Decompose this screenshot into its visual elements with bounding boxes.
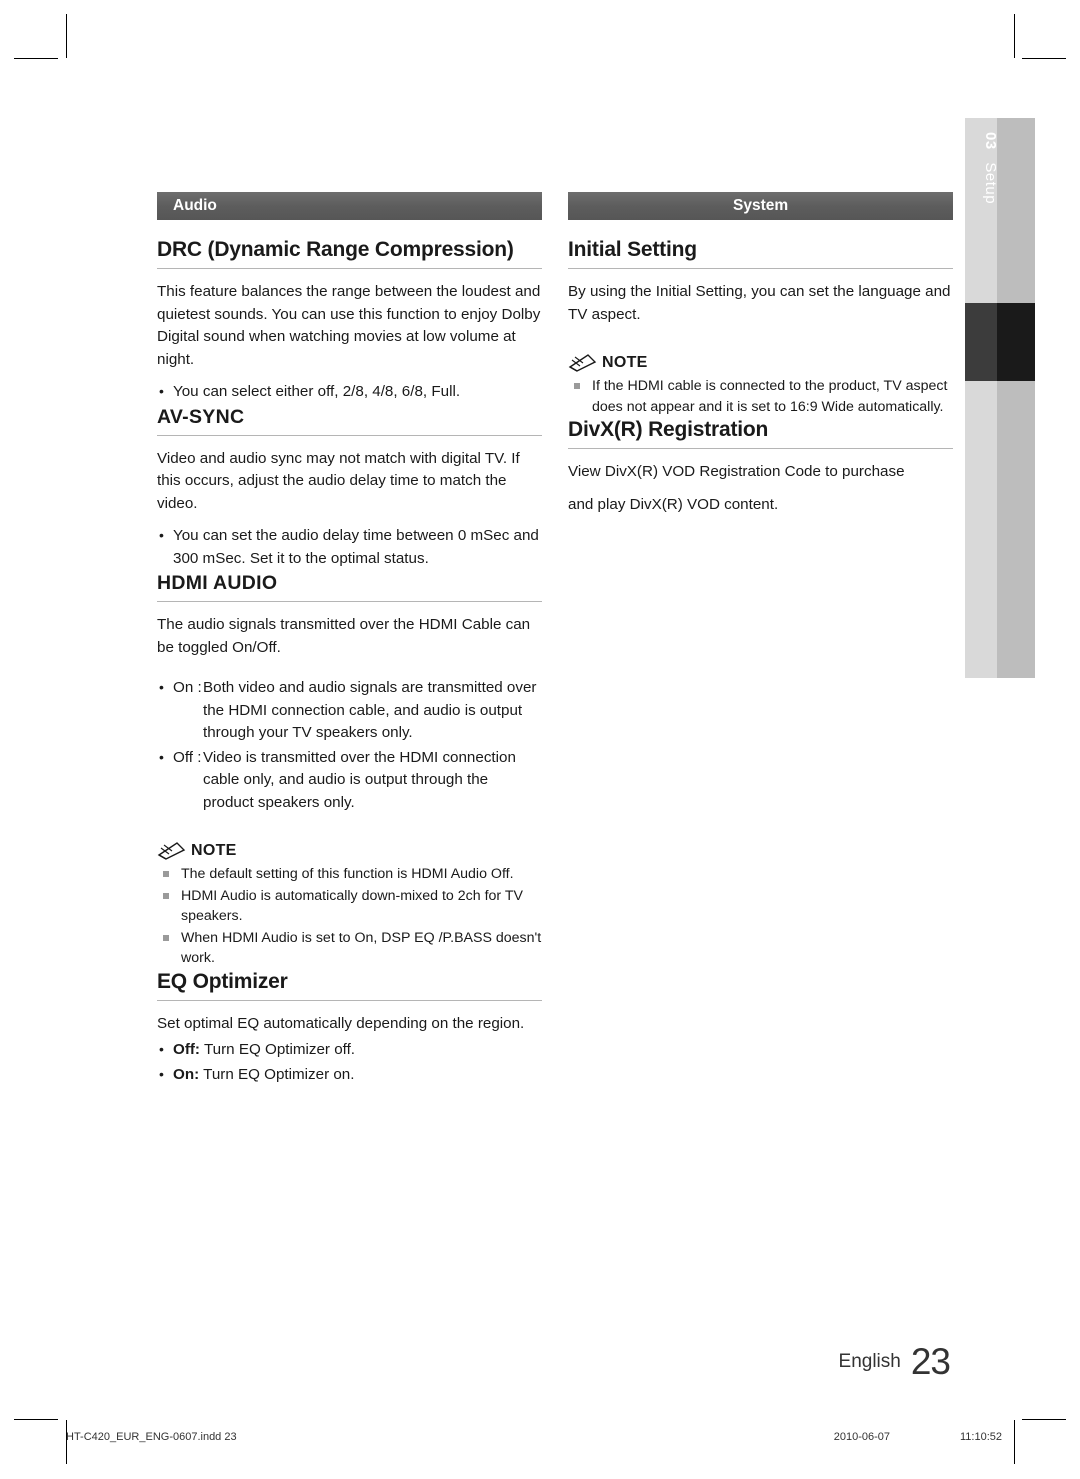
section-header-audio: Audio — [157, 192, 542, 220]
paragraph-av-sync: Video and audio sync may not match with … — [157, 449, 520, 512]
crop-mark-tl-h — [14, 58, 58, 59]
list-item: Off: Turn EQ Optimizer off. — [157, 1038, 542, 1062]
left-column: Audio DRC (Dynamic Range Compression) Th… — [157, 192, 542, 1088]
paragraph-divx-registration-1: View DivX(R) VOD Registration Code to pu… — [568, 463, 905, 480]
list-item-lead: Off: — [173, 1041, 200, 1058]
page-number: 23 — [910, 1341, 951, 1382]
footer-language: English — [838, 1351, 901, 1372]
note-label: NOTE — [602, 354, 648, 371]
bullet-list-av-sync: You can set the audio delay time between… — [157, 524, 542, 570]
note-list-hdmi: The default setting of this function is … — [157, 864, 542, 969]
note-heading-initial-setting: NOTE — [568, 352, 953, 372]
manual-page: 03 Setup Audio DRC (Dynamic Range Compre… — [0, 0, 1080, 1479]
section-header-system: System — [568, 192, 953, 220]
heading-divx-registration: DivX(R) Registration — [568, 418, 953, 449]
right-column: System Initial Setting By using the Init… — [568, 192, 953, 516]
print-date: 2010-06-07 — [833, 1431, 890, 1443]
page-footer: English 23 — [0, 1341, 1080, 1383]
list-item-text: Turn EQ Optimizer off. — [203, 1041, 356, 1058]
list-item-text: Both video and audio signals are transmi… — [203, 679, 537, 741]
crop-mark-tr-h — [1022, 58, 1066, 59]
list-item-lead: Off : — [173, 748, 202, 766]
list-item-text: Video is transmitted over the HDMI conne… — [203, 748, 516, 811]
paragraph-eq-optimizer: Set optimal EQ automatically depending o… — [157, 1014, 525, 1032]
bullet-list-eq-optimizer: Off: Turn EQ Optimizer off. On: Turn EQ … — [157, 1038, 542, 1087]
list-item: You can set the audio delay time between… — [157, 524, 542, 570]
bullet-list-hdmi-audio: On : Both video and audio signals are tr… — [157, 676, 542, 815]
pencil-icon — [157, 842, 186, 860]
list-item-lead: On: — [173, 1065, 200, 1083]
list-item-lead: On : — [173, 679, 202, 696]
paragraph-hdmi-audio: The audio signals transmitted over the H… — [157, 616, 531, 656]
pencil-icon — [568, 354, 597, 372]
heading-drc: DRC (Dynamic Range Compression) — [157, 238, 542, 269]
paragraph-divx-registration-2: and play DivX(R) VOD content. — [568, 495, 779, 513]
side-tab-text: 03 Setup — [967, 132, 999, 204]
crop-mark-bl-h — [14, 1419, 58, 1420]
note-item: HDMI Audio is automatically down-mixed t… — [157, 886, 542, 927]
chapter-side-tab: 03 Setup — [965, 118, 1035, 678]
note-item: The default setting of this function is … — [157, 864, 542, 885]
paragraph-drc: This feature balances the range between … — [157, 283, 541, 368]
side-tab-label: Setup — [982, 162, 999, 205]
side-tab-number: 03 — [982, 132, 999, 150]
heading-eq-optimizer: EQ Optimizer — [157, 970, 542, 1001]
crop-mark-br-v — [1014, 1420, 1015, 1464]
heading-initial-setting: Initial Setting — [568, 238, 953, 269]
print-time: 11:10:52 — [959, 1431, 1002, 1443]
note-heading-hdmi: NOTE — [157, 840, 542, 860]
heading-av-sync: AV-SYNC — [157, 406, 542, 436]
print-file-name: HT-C420_EUR_ENG-0607.indd 23 — [66, 1431, 237, 1443]
heading-hdmi-audio: HDMI AUDIO — [157, 572, 542, 602]
list-item: You can select either off, 2/8, 4/8, 6/8… — [157, 380, 542, 404]
note-item: When HDMI Audio is set to On, DSP EQ /P.… — [157, 928, 542, 969]
list-item: On: Turn EQ Optimizer on. — [157, 1063, 542, 1087]
crop-mark-tl-v — [66, 14, 67, 58]
crop-mark-br-h — [1022, 1419, 1066, 1420]
paragraph-initial-setting: By using the Initial Setting, you can se… — [568, 283, 951, 323]
note-list-initial-setting: If the HDMI cable is connected to the pr… — [568, 376, 953, 417]
note-item: If the HDMI cable is connected to the pr… — [568, 376, 953, 417]
list-item: Off : Video is transmitted over the HDMI… — [157, 746, 542, 815]
note-label: NOTE — [191, 842, 237, 859]
list-item-text: Turn EQ Optimizer on. — [203, 1065, 355, 1083]
list-item: On : Both video and audio signals are tr… — [157, 676, 542, 745]
crop-mark-tr-v — [1014, 14, 1015, 58]
bullet-list-drc: You can select either off, 2/8, 4/8, 6/8… — [157, 380, 542, 404]
side-tab-dark-band — [965, 303, 1035, 381]
